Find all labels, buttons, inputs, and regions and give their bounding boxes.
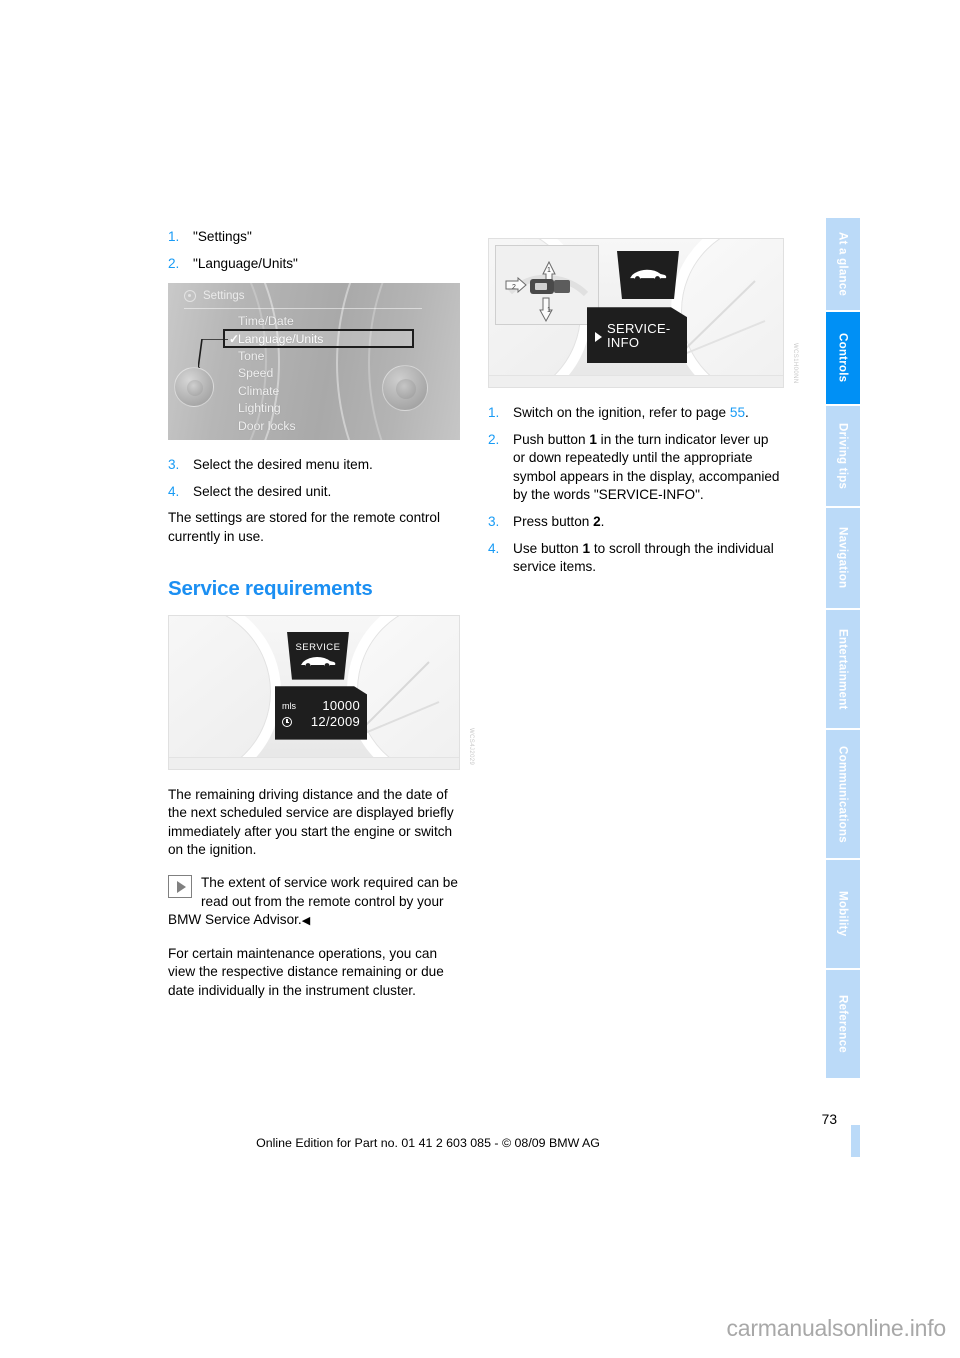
manual-page: 1. "Settings" 2. "Language/Units" Settin… — [0, 0, 960, 1358]
decor-arc — [368, 283, 460, 441]
right-column: 1 1 2 SERVICE- INFO WCS1H00NN 1. Switch … — [488, 228, 798, 585]
tab-driving-tips[interactable]: Driving tips — [826, 406, 860, 506]
play-triangle-icon — [595, 332, 602, 342]
service-symbol-tile: SERVICE — [287, 631, 349, 680]
menu-item-tone: Tone — [238, 349, 265, 363]
dial-left — [169, 615, 281, 769]
instrument-cluster-image: SERVICE mls 10000 12/2009 — [168, 614, 460, 770]
service-symbol-tile — [617, 251, 679, 299]
list-number: 3. — [488, 513, 500, 529]
list-text: Press button 2. — [513, 513, 605, 529]
page-number: 73 — [821, 1112, 837, 1127]
figure-code: WCS1H00NN — [792, 343, 798, 384]
steps-top-list: 1. "Settings" 2. "Language/Units" — [168, 228, 460, 273]
tab-entertainment[interactable]: Entertainment — [826, 610, 860, 728]
menu-item-language-units: Language/Units — [238, 331, 324, 346]
list-item: 1. "Settings" — [168, 228, 460, 247]
distance-row: mls 10000 — [282, 698, 360, 714]
date-value: 12/2009 — [310, 713, 360, 729]
list-item: 3. Select the desired menu item. — [168, 456, 460, 475]
cluster-base — [169, 756, 459, 769]
idrive-left-knob — [174, 367, 214, 408]
date-row: 12/2009 — [282, 714, 360, 730]
cluster-base — [489, 375, 783, 387]
list-number: 2. — [168, 255, 180, 271]
tab-reference[interactable]: Reference — [826, 970, 860, 1078]
paragraph-settings-stored: The settings are stored for the remote c… — [168, 510, 441, 544]
left-column: 1. "Settings" 2. "Language/Units" Settin… — [168, 228, 474, 1015]
svg-text:1: 1 — [547, 307, 551, 314]
tab-navigation[interactable]: Navigation — [826, 508, 860, 608]
list-text: Push button 1 in the turn indicator leve… — [513, 431, 780, 503]
service-info-text: SERVICE- INFO — [607, 320, 671, 350]
idrive-header: Settings — [184, 290, 245, 303]
list-text: "Language/Units" — [193, 255, 298, 271]
service-info-figure: 1 1 2 SERVICE- INFO WCS1H00NN — [488, 238, 798, 388]
turn-indicator-lever-inset: 1 1 2 — [495, 245, 599, 325]
gear-icon — [184, 290, 196, 303]
lever-diagram: 1 1 2 — [496, 246, 598, 324]
list-item: 3. Press button 2. — [488, 513, 784, 532]
menu-item-speed: Speed — [238, 366, 274, 381]
car-icon — [630, 269, 667, 282]
list-number: 4. — [168, 483, 180, 499]
car-icon — [301, 657, 336, 668]
note-block: The extent of service work required can … — [168, 874, 460, 931]
service-values-tile: mls 10000 12/2009 — [275, 686, 367, 740]
list-item: 1. Switch on the ignition, refer to page… — [488, 404, 784, 423]
service-label: SERVICE — [295, 642, 341, 654]
list-number: 2. — [488, 431, 500, 447]
tab-mobility[interactable]: Mobility — [826, 860, 860, 968]
chapter-tabs: At a glance Controls Driving tips Naviga… — [826, 218, 860, 1080]
list-item: 2. "Language/Units" — [168, 255, 460, 274]
paragraph-remaining-distance: The remaining driving distance and the d… — [168, 786, 454, 858]
footer-edition-line: Online Edition for Part no. 01 41 2 603 … — [256, 1136, 600, 1150]
divider — [184, 308, 422, 310]
svg-text:1: 1 — [547, 267, 551, 274]
paragraph-maintenance: For certain maintenance operations, you … — [168, 945, 444, 998]
figure-code: WCS4J2029 — [468, 728, 474, 766]
list-text: Select the desired menu item. — [193, 457, 373, 473]
tab-communications[interactable]: Communications — [826, 730, 860, 858]
unit-label: mls — [282, 700, 296, 711]
footer-tab-marker — [851, 1125, 860, 1157]
list-item: 2. Push button 1 in the turn indicator l… — [488, 431, 784, 505]
right-steps-list: 1. Switch on the ignition, refer to page… — [488, 404, 784, 577]
list-number: 3. — [168, 457, 180, 473]
steps-bottom-list: 3. Select the desired menu item. 4. Sele… — [168, 456, 460, 501]
menu-item-time-date: Time/Date — [238, 314, 294, 329]
page-reference: 55 — [729, 405, 746, 420]
idrive-title: Settings — [203, 290, 245, 303]
note-end-mark: ◀ — [301, 915, 310, 928]
list-text: Switch on the ignition, refer to page 55… — [513, 405, 749, 420]
list-text: Select the desired unit. — [193, 483, 332, 499]
tab-at-a-glance[interactable]: At a glance — [826, 218, 860, 310]
site-watermark: carmanualsonline.info — [726, 1315, 946, 1341]
service-cluster-figure: SERVICE mls 10000 12/2009 WCS4J2029 — [168, 614, 474, 770]
list-text: Use button 1 to scroll through the indiv… — [513, 540, 774, 575]
menu-item-door-locks: Door locks — [238, 418, 296, 433]
note-play-icon — [168, 874, 192, 898]
service-info-tile: SERVICE- INFO — [587, 307, 687, 363]
page-title: Service requirements — [168, 576, 373, 600]
clock-icon — [282, 716, 292, 727]
list-number: 4. — [488, 540, 500, 556]
idrive-right-knob — [382, 365, 428, 412]
note-text: The extent of service work required can … — [168, 874, 458, 928]
idrive-settings-figure: Settings ✓ Time/Date Language/Units Tone… — [168, 283, 460, 441]
list-number: 1. — [488, 405, 500, 420]
list-text: "Settings" — [193, 229, 252, 244]
menu-item-lighting: Lighting — [238, 401, 281, 416]
distance-value: 10000 — [322, 697, 360, 713]
service-info-image: 1 1 2 SERVICE- INFO — [488, 238, 784, 388]
list-item: 4. Use button 1 to scroll through the in… — [488, 540, 784, 577]
menu-item-climate: Climate — [238, 383, 280, 398]
tab-controls[interactable]: Controls — [826, 312, 860, 404]
idrive-menu: Time/Date Language/Units Tone Speed Clim… — [238, 313, 323, 435]
list-number: 1. — [168, 229, 180, 244]
list-item: 4. Select the desired unit. — [168, 483, 460, 502]
svg-text:2: 2 — [512, 284, 516, 291]
idrive-screen: Settings ✓ Time/Date Language/Units Tone… — [168, 283, 460, 441]
